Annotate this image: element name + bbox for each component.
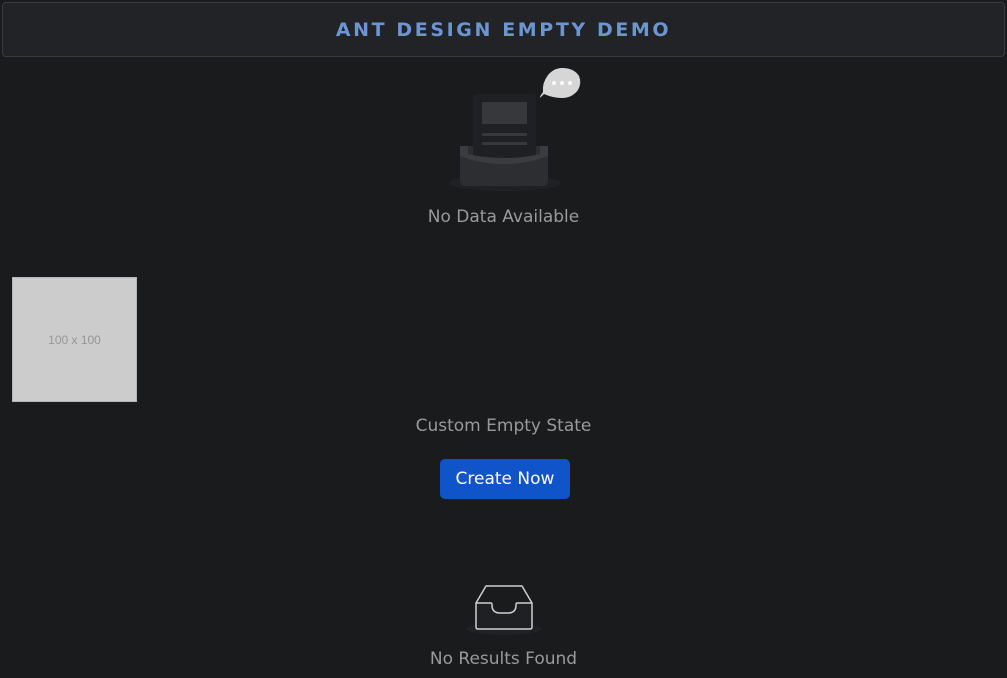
no-data-description: No Data Available [427, 207, 580, 227]
custom-empty-description: Custom Empty State [415, 416, 592, 436]
no-results-description: No Results Found [429, 649, 578, 669]
empty-tray-icon [466, 585, 542, 635]
empty-inbox-illustration-icon [449, 68, 581, 191]
image-size-label: 100 x 100 [48, 332, 101, 347]
custom-empty-image: 100 x 100 [12, 277, 137, 402]
create-now-button[interactable]: Create Now [440, 459, 570, 499]
page-title: ANT DESIGN EMPTY DEMO [335, 18, 672, 41]
page-header: ANT DESIGN EMPTY DEMO [2, 2, 1005, 57]
